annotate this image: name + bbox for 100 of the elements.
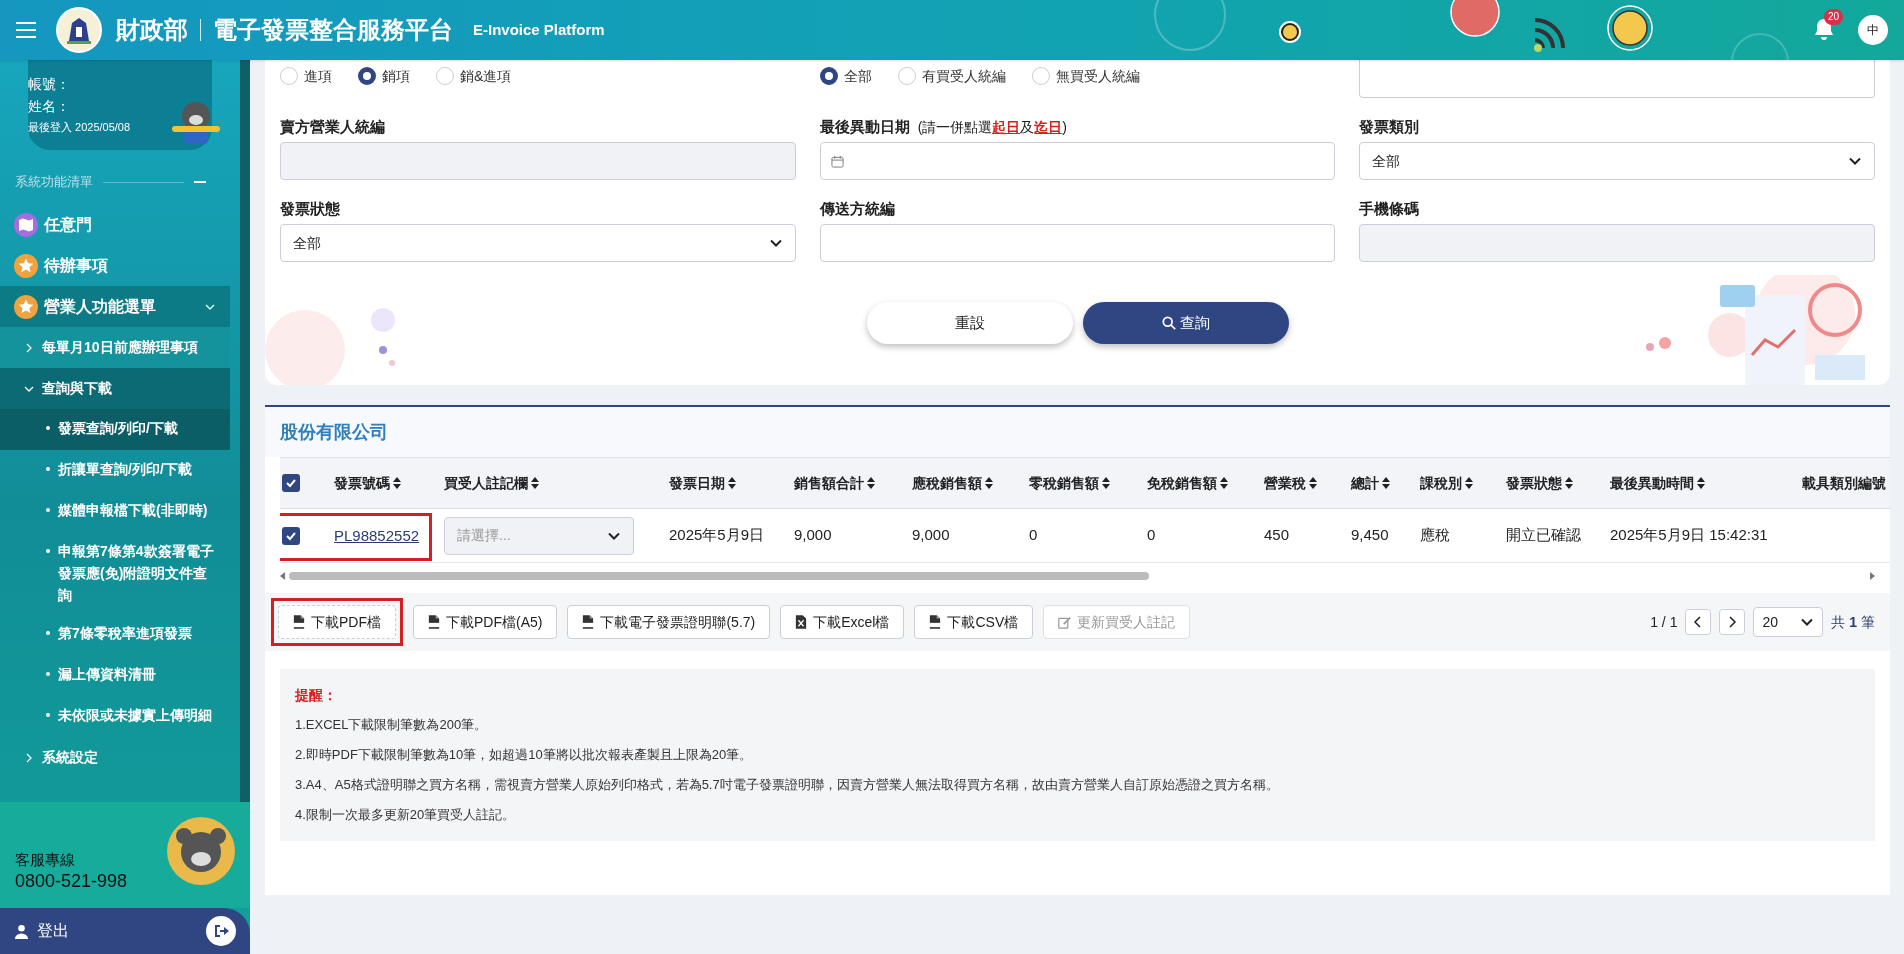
- search-button[interactable]: 查詢: [1082, 302, 1289, 344]
- sort-icon: [867, 477, 875, 489]
- column-header[interactable]: 應稅銷售額: [898, 472, 1015, 494]
- bullet-icon: [46, 467, 50, 471]
- input-field[interactable]: [1359, 60, 1875, 98]
- sidebar-item-label: 待辦事項: [44, 255, 108, 276]
- horizontal-scrollbar[interactable]: [280, 569, 1875, 583]
- radio-option[interactable]: 進項: [280, 65, 332, 87]
- radio-option[interactable]: 有買受人統編: [897, 65, 1006, 87]
- sort-icon: [728, 477, 736, 489]
- page-size-dropdown[interactable]: 20: [1753, 607, 1824, 637]
- sidebar-item[interactable]: 漏上傳資料清冊: [0, 655, 230, 696]
- sidebar-item[interactable]: 第7條零稅率進項發票: [0, 614, 230, 655]
- sidebar-item[interactable]: 系統設定: [0, 737, 230, 778]
- column-header[interactable]: 發票日期: [655, 472, 780, 494]
- reset-button[interactable]: 重設: [866, 302, 1073, 344]
- bullet-icon: [46, 426, 50, 430]
- sidebar-item[interactable]: 發票查詢/列印/下載: [0, 409, 230, 450]
- user-icon: [14, 923, 29, 939]
- column-header[interactable]: 免稅銷售額: [1133, 472, 1250, 494]
- sidebar-item[interactable]: 未依限或未據實上傳明細: [0, 696, 230, 737]
- invoice-number-link[interactable]: PL98852552: [334, 526, 420, 544]
- radio-option[interactable]: 全部: [819, 65, 872, 87]
- pdf-file-icon: [428, 615, 440, 629]
- bullet-icon: [46, 549, 50, 553]
- org-title: 財政部: [116, 15, 188, 45]
- notes-title: 提醒：: [295, 686, 338, 705]
- download-button[interactable]: 下載PDF檔: [278, 605, 396, 639]
- dropdown[interactable]: 全部: [280, 224, 796, 262]
- field-label: 傳送方統編: [819, 199, 895, 219]
- spreadsheet-file-icon: [795, 615, 808, 629]
- bear-headset-drawing: [166, 816, 236, 886]
- radio-button[interactable]: [819, 67, 838, 85]
- results-title: 股份有限公司: [280, 420, 388, 444]
- sidebar-item-label: 漏上傳資料清冊: [58, 665, 156, 684]
- table-cell-text: 應稅: [1419, 525, 1451, 546]
- field-label: 賣方營業人統編: [280, 117, 385, 137]
- radio-button[interactable]: [358, 67, 376, 85]
- sidebar-item-label: 未依限或未據實上傳明細: [58, 706, 212, 725]
- radio-option[interactable]: 無買受人統編: [1031, 65, 1140, 87]
- radio-option[interactable]: 銷項: [358, 65, 410, 87]
- sidebar-item[interactable]: 查詢與下載: [0, 368, 230, 409]
- column-header[interactable]: 營業稅: [1250, 472, 1337, 494]
- column-header[interactable]: 買受人註記欄: [430, 472, 655, 494]
- sidebar-item[interactable]: 折讓單查詢/列印/下載: [0, 450, 230, 491]
- next-page-button[interactable]: [1719, 609, 1746, 635]
- sidebar-item-label: 發票查詢/列印/下載: [58, 419, 178, 438]
- bullet-icon: [46, 508, 50, 512]
- column-header[interactable]: 銷售額合計: [780, 472, 898, 494]
- language-button[interactable]: 中: [1858, 15, 1888, 45]
- page-indicator: 1 / 1: [1650, 612, 1678, 632]
- account-label: 帳號：: [28, 75, 71, 94]
- map-icon: [14, 212, 38, 237]
- sort-icon: [1220, 477, 1228, 489]
- sort-icon: [393, 477, 401, 489]
- sidebar-item[interactable]: 申報第7條第4款簽署電子發票應(免)附證明文件查詢: [0, 532, 230, 614]
- menu-icon[interactable]: [16, 22, 36, 38]
- checkbox[interactable]: [282, 474, 300, 492]
- note-text: 1.EXCEL下載限制筆數為200筆。: [295, 716, 489, 734]
- search-icon: [1161, 316, 1176, 330]
- last-login-text: 最後登入 2025/05/08: [28, 120, 132, 135]
- platform-subtitle: E-Invoice Platform: [473, 19, 605, 40]
- table-cell-text: 450: [1263, 525, 1291, 546]
- platform-title: 電子發票整合服務平台: [213, 15, 453, 45]
- pdf-file-icon: [293, 615, 305, 629]
- field-hint: (請一併點選起日及迄日): [917, 118, 1067, 137]
- input-field[interactable]: [819, 224, 1336, 262]
- sort-icon: [1382, 477, 1390, 489]
- dropdown[interactable]: 全部: [1359, 142, 1875, 180]
- field-label: 最後異動日期: [819, 117, 910, 137]
- table-cell-text: 9,000: [793, 525, 833, 546]
- field-label: 發票狀態: [280, 199, 340, 219]
- column-header[interactable]: 最後異動時間: [1596, 472, 1788, 494]
- download-button[interactable]: 下載電子發票證明聯(5.7): [567, 605, 771, 639]
- sidebar-item[interactable]: 媒體申報檔下載(非即時): [0, 491, 230, 532]
- column-header[interactable]: 發票號碼: [320, 472, 430, 494]
- table-cell-text: 2025年5月9日 15:42:31: [1609, 525, 1769, 546]
- sidebar-item[interactable]: 每單月10日前應辦理事項: [0, 327, 230, 368]
- sidebar-item-label: 媒體申報檔下載(非即時): [58, 501, 208, 520]
- column-header[interactable]: 課稅別: [1406, 472, 1492, 494]
- download-button[interactable]: 下載PDF檔(A5): [413, 605, 558, 639]
- sidebar-item-label: 系統設定: [42, 748, 98, 767]
- check-icon: [285, 477, 297, 489]
- column-header[interactable]: 零稅銷售額: [1015, 472, 1133, 494]
- note-text: 2.即時PDF下載限制筆數為10筆，如超過10筆將以批次報表產製且上限為20筆。: [295, 746, 754, 764]
- sidebar-item-label: 營業人功能選單: [44, 296, 156, 317]
- download-button[interactable]: 下載Excel檔: [780, 605, 905, 639]
- sort-icon: [1565, 477, 1573, 489]
- column-header[interactable]: 總計: [1337, 472, 1406, 494]
- radio-option[interactable]: 銷&進項: [436, 65, 512, 87]
- column-header[interactable]: 載具類別編號: [1788, 472, 1890, 494]
- date-field[interactable]: [819, 142, 1336, 180]
- previous-page-button[interactable]: [1685, 609, 1712, 635]
- logout-button[interactable]: 登出: [0, 908, 250, 954]
- sidebar-item[interactable]: 營業人功能選單: [0, 286, 230, 327]
- column-header[interactable]: 發票狀態: [1492, 472, 1596, 494]
- download-button[interactable]: 下載CSV檔: [914, 605, 1034, 639]
- exit-icon: [206, 916, 236, 946]
- emblem-logo-icon: [56, 7, 102, 53]
- checkbox[interactable]: [282, 526, 300, 545]
